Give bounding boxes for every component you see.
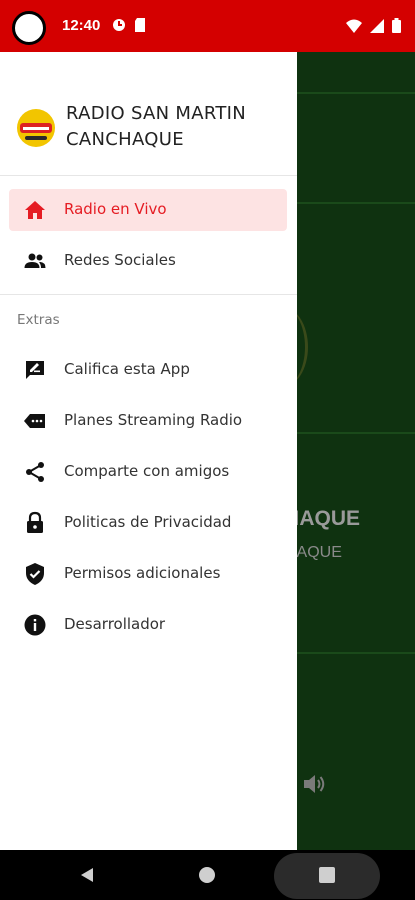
status-bar: 12:40 [0, 0, 415, 52]
nav-item-permisos[interactable]: Permisos adicionales [9, 553, 287, 595]
status-icons-left [112, 18, 146, 32]
back-icon[interactable] [79, 867, 95, 883]
info-icon [24, 614, 46, 636]
people-icon [24, 253, 46, 268]
nav-item-label: Radio en Vivo [64, 200, 167, 218]
app-title: RADIO SAN MARTIN CANCHAQUE [66, 103, 247, 150]
data-saver-icon [113, 19, 125, 31]
home-icon [25, 201, 45, 219]
camera-cutout [12, 11, 46, 45]
sd-card-icon [135, 18, 145, 32]
bg-artwork [297, 307, 308, 387]
nav-item-label: Desarrollador [64, 615, 166, 633]
status-time: 12:40 [62, 17, 101, 34]
bg-decoration [297, 652, 415, 654]
bg-decoration [297, 202, 415, 204]
nav-item-label: Politicas de Privacidad [64, 513, 232, 531]
background-station-subtitle: HAQUE [297, 544, 342, 561]
bg-decoration [297, 92, 415, 94]
label-tag-icon [24, 414, 45, 428]
background-app-scrim[interactable]: CHAQUE HAQUE [297, 52, 415, 850]
nav-item-califica-app[interactable]: Califica esta App [9, 349, 287, 391]
wifi-icon [346, 19, 362, 33]
nav-item-label: Comparte con amigos [64, 462, 230, 480]
header-divider [0, 175, 297, 176]
signal-icon [370, 18, 384, 33]
drawer-header: RADIO SAN MARTIN CANCHAQUE [0, 52, 297, 176]
nav-item-desarrollador[interactable]: Desarrollador [9, 604, 287, 646]
bg-decoration [297, 432, 415, 434]
rate-review-icon [26, 361, 44, 379]
nav-item-privacidad[interactable]: Politicas de Privacidad [9, 502, 287, 544]
app-logo [17, 109, 55, 147]
system-navigation-bar [0, 850, 415, 900]
recents-icon[interactable] [319, 867, 335, 883]
nav-item-comparte[interactable]: Comparte con amigos [9, 451, 287, 493]
battery-icon [392, 18, 401, 33]
section-label-extras: Extras [17, 312, 60, 328]
volume-icon[interactable] [302, 772, 328, 796]
section-divider [0, 294, 297, 295]
background-station-title: CHAQUE [297, 507, 361, 530]
nav-item-radio-en-vivo[interactable]: Radio en Vivo [9, 189, 287, 231]
nav-item-label: Califica esta App [64, 360, 190, 378]
status-icons-right [346, 18, 401, 33]
nav-item-label: Permisos adicionales [64, 564, 221, 582]
share-icon [26, 462, 44, 482]
home-button-icon[interactable] [199, 867, 215, 883]
shield-check-icon [26, 563, 44, 585]
nav-item-label: Redes Sociales [64, 251, 176, 269]
nav-item-planes-streaming[interactable]: Planes Streaming Radio [9, 400, 287, 442]
navigation-drawer: RADIO SAN MARTIN CANCHAQUE Radio en Vivo… [0, 52, 297, 850]
lock-icon [27, 511, 43, 533]
nav-item-redes-sociales[interactable]: Redes Sociales [9, 240, 287, 282]
nav-item-label: Planes Streaming Radio [64, 411, 243, 429]
